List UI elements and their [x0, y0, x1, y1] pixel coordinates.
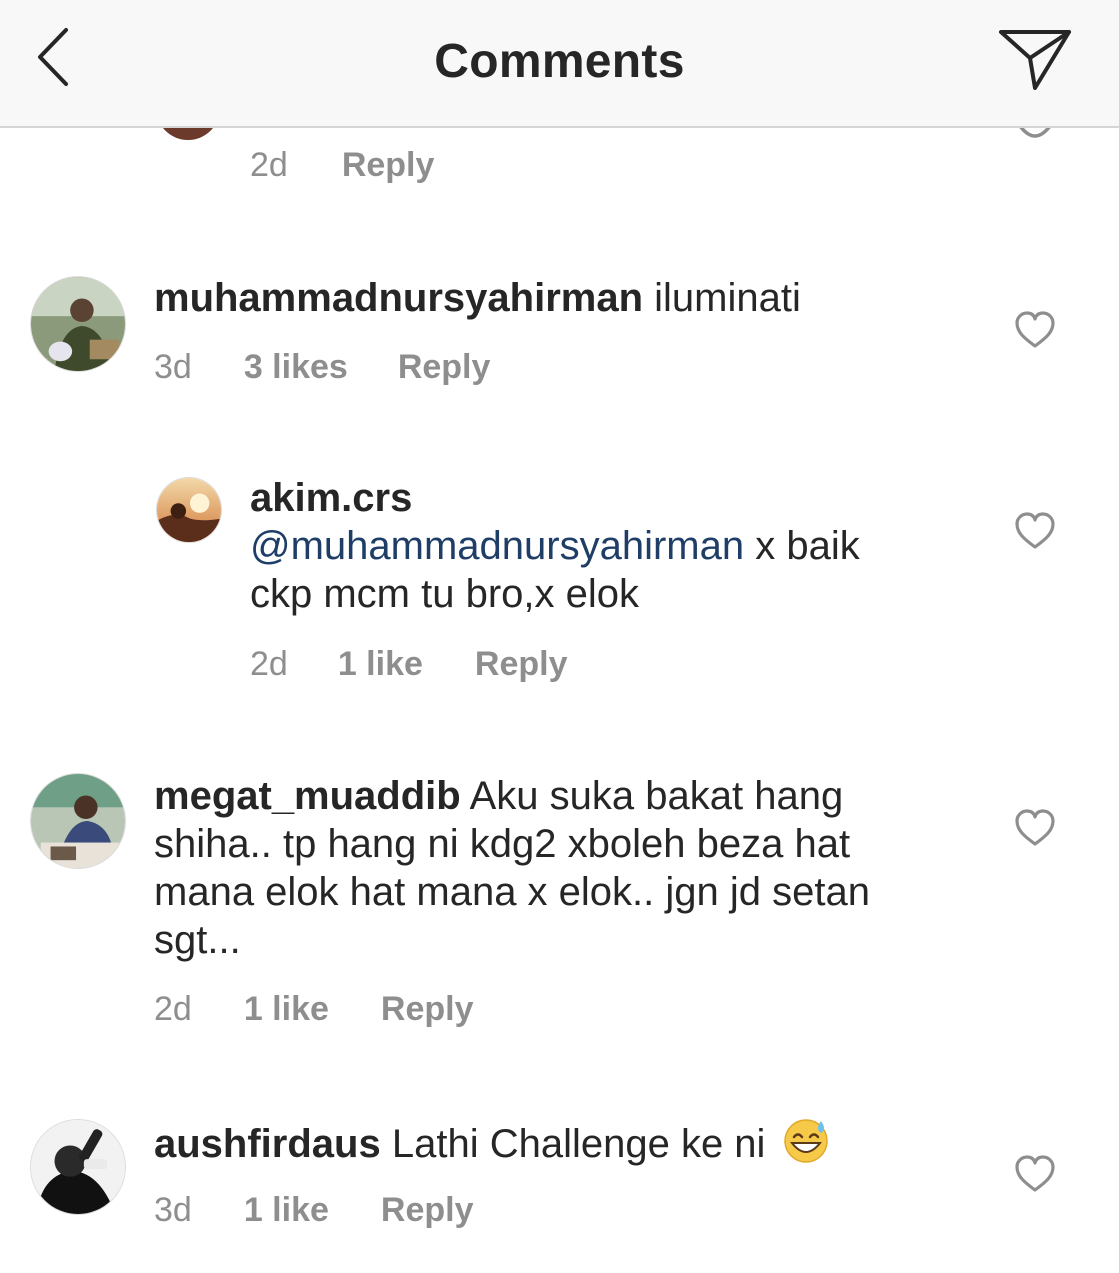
- avatar[interactable]: [156, 477, 222, 543]
- reply-button[interactable]: Reply: [398, 348, 491, 387]
- avatar[interactable]: [30, 1119, 126, 1215]
- comment-time: 2d: [250, 146, 288, 184]
- comment-meta: 3d 1 like Reply: [154, 1191, 474, 1230]
- header-bar: Comments: [0, 0, 1119, 128]
- comment-text: ckp mcm tu bro,x elok: [250, 572, 640, 616]
- comment-time: 2d: [250, 645, 288, 683]
- comment-time: 2d: [154, 990, 192, 1028]
- reply-button[interactable]: Reply: [475, 645, 568, 684]
- heart-icon[interactable]: [1014, 808, 1056, 848]
- paper-plane-icon: [999, 30, 1071, 90]
- grinning-sweat-emoji-icon: [781, 1117, 831, 1163]
- comment-body: aushfirdaus Lathi Challenge ke ni: [154, 1117, 974, 1168]
- comment-time: 3d: [154, 348, 192, 386]
- likes-count[interactable]: 1 like: [338, 645, 423, 684]
- reply-button[interactable]: Reply: [381, 990, 474, 1029]
- avatar[interactable]: [30, 276, 126, 372]
- comment-username[interactable]: muhammadnursyahirman: [154, 276, 643, 320]
- comment-username[interactable]: aushfirdaus: [154, 1122, 381, 1166]
- comment-text: Aku suka bakat hang: [469, 774, 844, 818]
- comment-text: shiha.. tp hang ni kdg2 xboleh beza hat: [154, 822, 851, 866]
- comment-text: mana elok hat mana x elok.. jgn jd setan: [154, 870, 870, 914]
- share-button[interactable]: [996, 26, 1074, 94]
- comment-username[interactable]: megat_muaddib: [154, 774, 461, 818]
- comment-meta: 2d Reply: [250, 146, 434, 185]
- comment-text: iluminati: [654, 276, 801, 320]
- avatar[interactable]: [30, 773, 126, 869]
- comment-text: x baik: [755, 524, 860, 568]
- mention-link[interactable]: @muhammadnursyahirman: [250, 524, 744, 568]
- reply-button[interactable]: Reply: [342, 146, 435, 185]
- comment-time: 3d: [154, 1191, 192, 1229]
- reply-button[interactable]: Reply: [381, 1191, 474, 1230]
- comment-body: megat_muaddib Aku suka bakat hang shiha.…: [154, 772, 984, 964]
- likes-count[interactable]: 3 likes: [244, 348, 348, 387]
- comment-meta: 2d 1 like Reply: [154, 990, 474, 1029]
- comments-screen: Comments 2d Reply muhammadnursyahirman i…: [0, 0, 1119, 1273]
- heart-icon[interactable]: [1014, 1154, 1056, 1194]
- comment-text: Lathi Challenge ke ni: [391, 1122, 766, 1166]
- heart-icon[interactable]: [1014, 511, 1056, 551]
- comment-meta: 3d 3 likes Reply: [154, 348, 490, 387]
- comment-body: muhammadnursyahirman iluminati: [154, 274, 974, 322]
- comment-text: sgt...: [154, 918, 241, 962]
- comment-meta: 2d 1 like Reply: [250, 645, 568, 684]
- comment-body: akim.crs @muhammadnursyahirman x baik ck…: [250, 474, 990, 618]
- comment-username[interactable]: akim.crs: [250, 474, 990, 522]
- heart-icon[interactable]: [1014, 310, 1056, 350]
- likes-count[interactable]: 1 like: [244, 1191, 329, 1230]
- likes-count[interactable]: 1 like: [244, 990, 329, 1029]
- page-title: Comments: [434, 35, 685, 88]
